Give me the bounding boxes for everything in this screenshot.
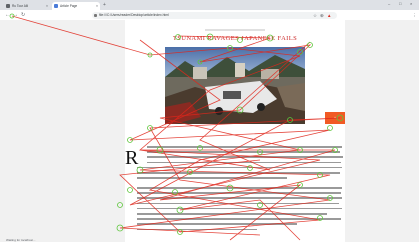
article-photo xyxy=(165,47,305,124)
alert-icon[interactable]: ▲ xyxy=(327,13,331,18)
page-favicon-icon xyxy=(6,4,10,8)
reload-icon[interactable]: ↻ xyxy=(21,12,25,18)
tab-inactive[interactable]: Ru Tour Alli × xyxy=(4,2,50,10)
kicker-line xyxy=(205,29,265,31)
close-window-icon[interactable]: × xyxy=(410,1,412,6)
back-icon[interactable]: ← xyxy=(5,12,10,18)
new-tab-button[interactable]: + xyxy=(103,2,106,8)
paragraph-2 xyxy=(137,187,342,234)
page-favicon-icon xyxy=(54,4,58,8)
address-bar[interactable]: file:///C:/Users/reader/Desktop/article/… xyxy=(92,11,337,19)
minimize-icon[interactable]: – xyxy=(388,1,390,6)
tab-label: Article Page xyxy=(60,4,78,8)
forward-icon[interactable]: → xyxy=(13,12,18,18)
status-text: Waiting for localhost... xyxy=(6,238,36,242)
extension-icon[interactable]: ⊕ xyxy=(320,13,324,19)
tsunami-photo-illustration xyxy=(165,47,305,124)
close-tab-icon[interactable]: × xyxy=(46,4,48,8)
tab-strip: Ru Tour Alli × Article Page × + – □ × xyxy=(0,0,419,10)
paragraph-1 xyxy=(137,146,343,182)
tab-active[interactable]: Article Page × xyxy=(52,2,100,10)
menu-icon[interactable]: ⋮ xyxy=(412,13,417,19)
file-icon xyxy=(94,13,97,17)
article-headline: TSUNAMI RAVAGES JAPANESE FAILS xyxy=(172,35,298,42)
address-text: file:///C:/Users/reader/Desktop/article/… xyxy=(99,12,169,17)
tab-label: Ru Tour Alli xyxy=(12,4,29,8)
share-button[interactable]: + xyxy=(325,112,345,124)
page-viewport[interactable]: TSUNAMI RAVAGES JAPANESE FAILS + R xyxy=(0,20,419,242)
article-card: TSUNAMI RAVAGES JAPANESE FAILS + R xyxy=(125,20,345,242)
close-tab-icon[interactable]: × xyxy=(96,4,98,8)
bookmark-star-icon[interactable]: ☆ xyxy=(313,13,317,19)
maximize-icon[interactable]: □ xyxy=(399,1,401,6)
